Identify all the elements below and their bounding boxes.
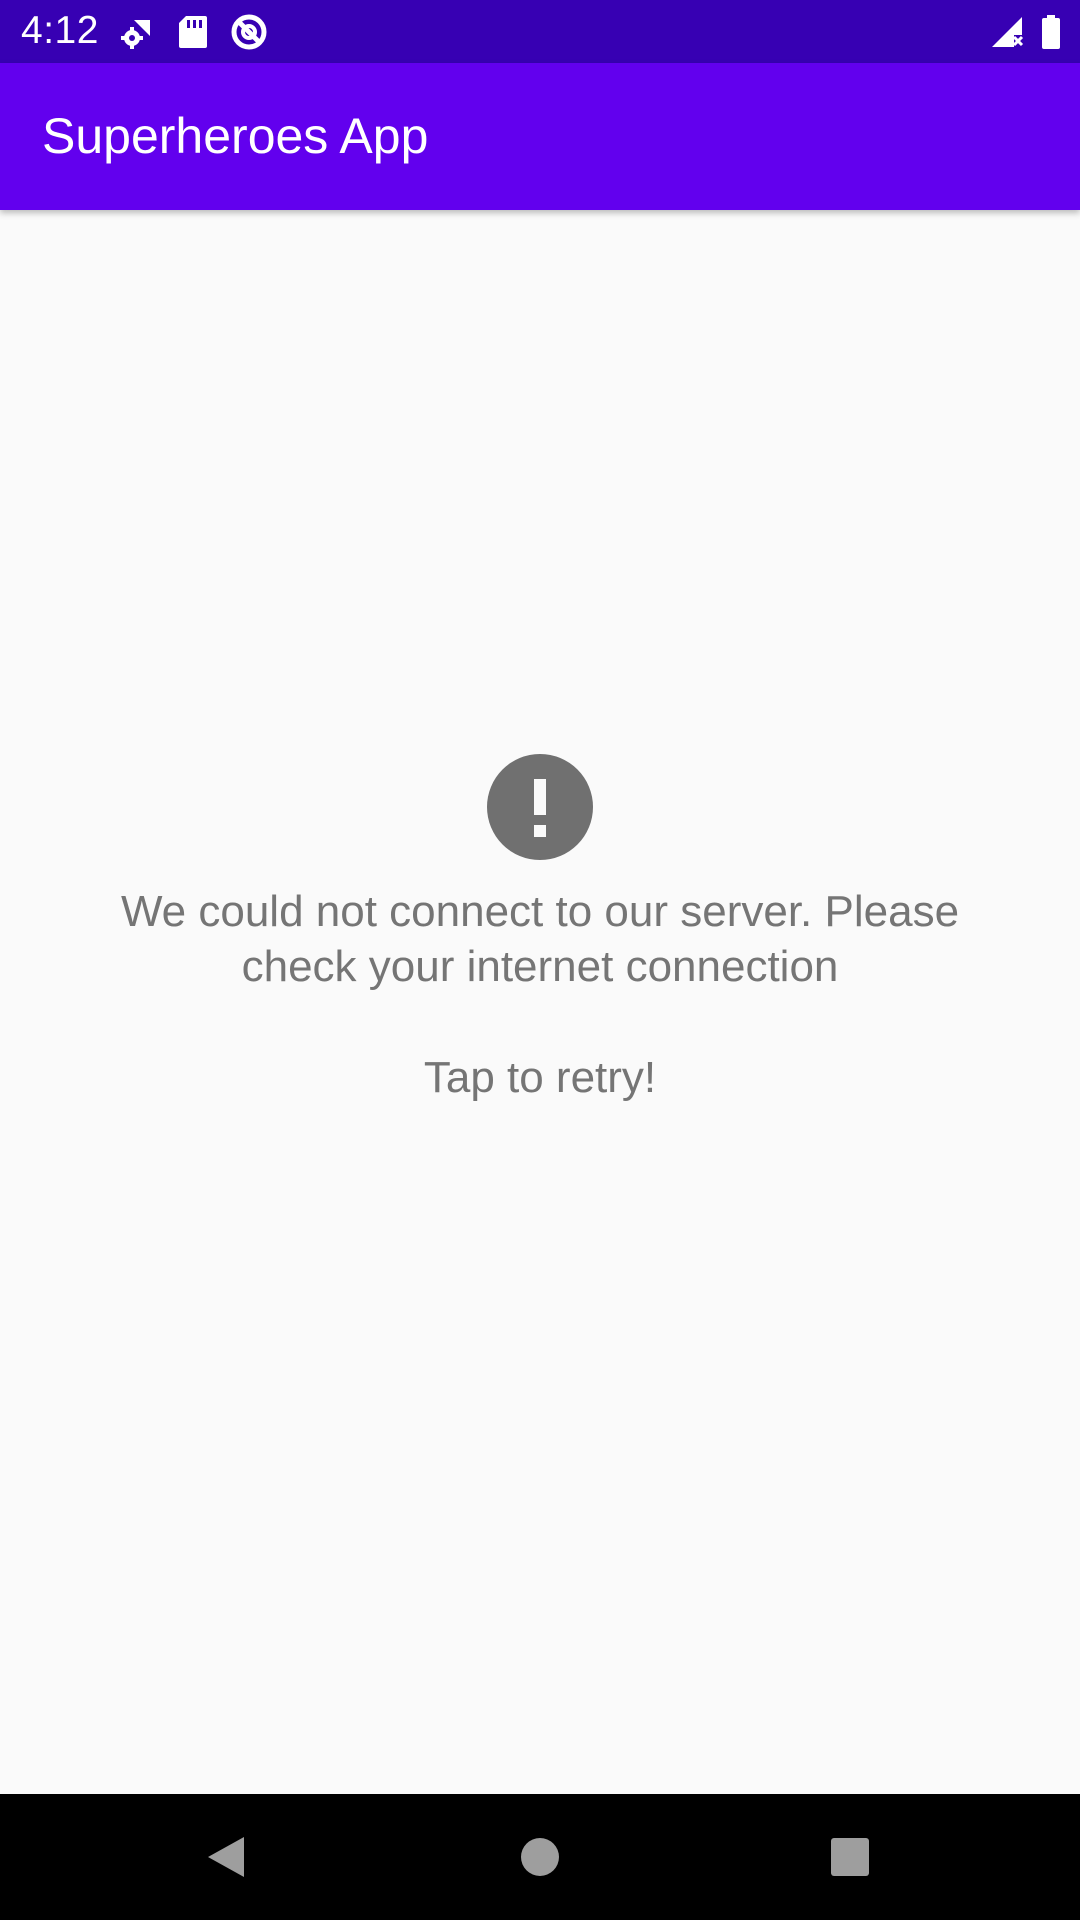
home-button[interactable] <box>460 1794 620 1920</box>
status-right-icons <box>974 10 1062 54</box>
error-message: We could not connect to our server. Plea… <box>120 887 960 991</box>
app-bar: Superheroes App <box>0 63 1080 210</box>
settings-wifi-icon <box>121 20 150 49</box>
sd-card-icon <box>179 16 207 48</box>
signal-no-service-icon <box>992 17 1024 47</box>
retry-label[interactable]: Tap to retry! <box>424 1050 656 1105</box>
back-icon <box>208 1837 244 1877</box>
home-icon <box>521 1838 559 1876</box>
status-left-icons <box>120 10 290 54</box>
battery-icon <box>1042 15 1060 49</box>
app-title: Superheroes App <box>42 108 429 164</box>
status-bar: 4:12 <box>0 0 1080 63</box>
recents-button[interactable] <box>770 1794 930 1920</box>
error-retry-area[interactable]: We could not connect to our server. Plea… <box>0 754 1080 1105</box>
status-time: 4:12 <box>21 9 99 52</box>
navigation-bar <box>0 1794 1080 1920</box>
back-button[interactable] <box>146 1794 306 1920</box>
recents-icon <box>831 1838 869 1876</box>
do-not-disturb-icon <box>231 14 267 50</box>
screen: 4:12 Superheroes App We could not connec… <box>0 0 1080 1920</box>
error-exclamation-icon <box>487 754 593 860</box>
